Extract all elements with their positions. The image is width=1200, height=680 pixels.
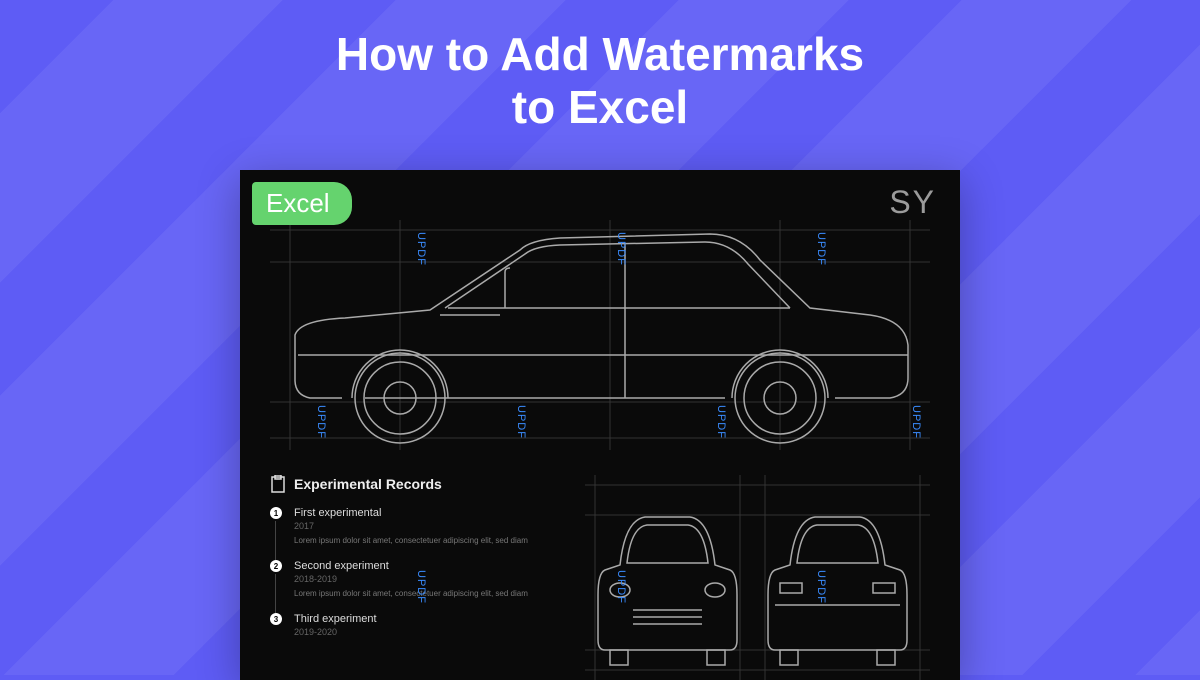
document-preview: Excel SY [240,170,960,680]
watermark: UPDF [615,232,627,266]
page-title: How to Add Watermarksto Excel [0,28,1200,134]
watermark: UPDF [315,405,327,439]
excel-badge: Excel [252,182,352,225]
car-side-view [270,220,930,450]
watermark: UPDF [415,570,427,604]
record-item: 1 First experimental 2017 Lorem ipsum do… [270,507,560,546]
watermark: UPDF [615,570,627,604]
watermark: UPDF [415,232,427,266]
watermark: UPDF [815,232,827,266]
car-front-rear-views [585,475,930,680]
watermark: UPDF [715,405,727,439]
record-item: 3 Third experiment 2019-2020 [270,613,560,637]
records-heading: Experimental Records [270,475,560,493]
watermark: UPDF [515,405,527,439]
clipboard-icon [270,475,286,493]
watermark: UPDF [815,570,827,604]
corner-label: SY [889,184,936,221]
watermark: UPDF [910,405,922,439]
